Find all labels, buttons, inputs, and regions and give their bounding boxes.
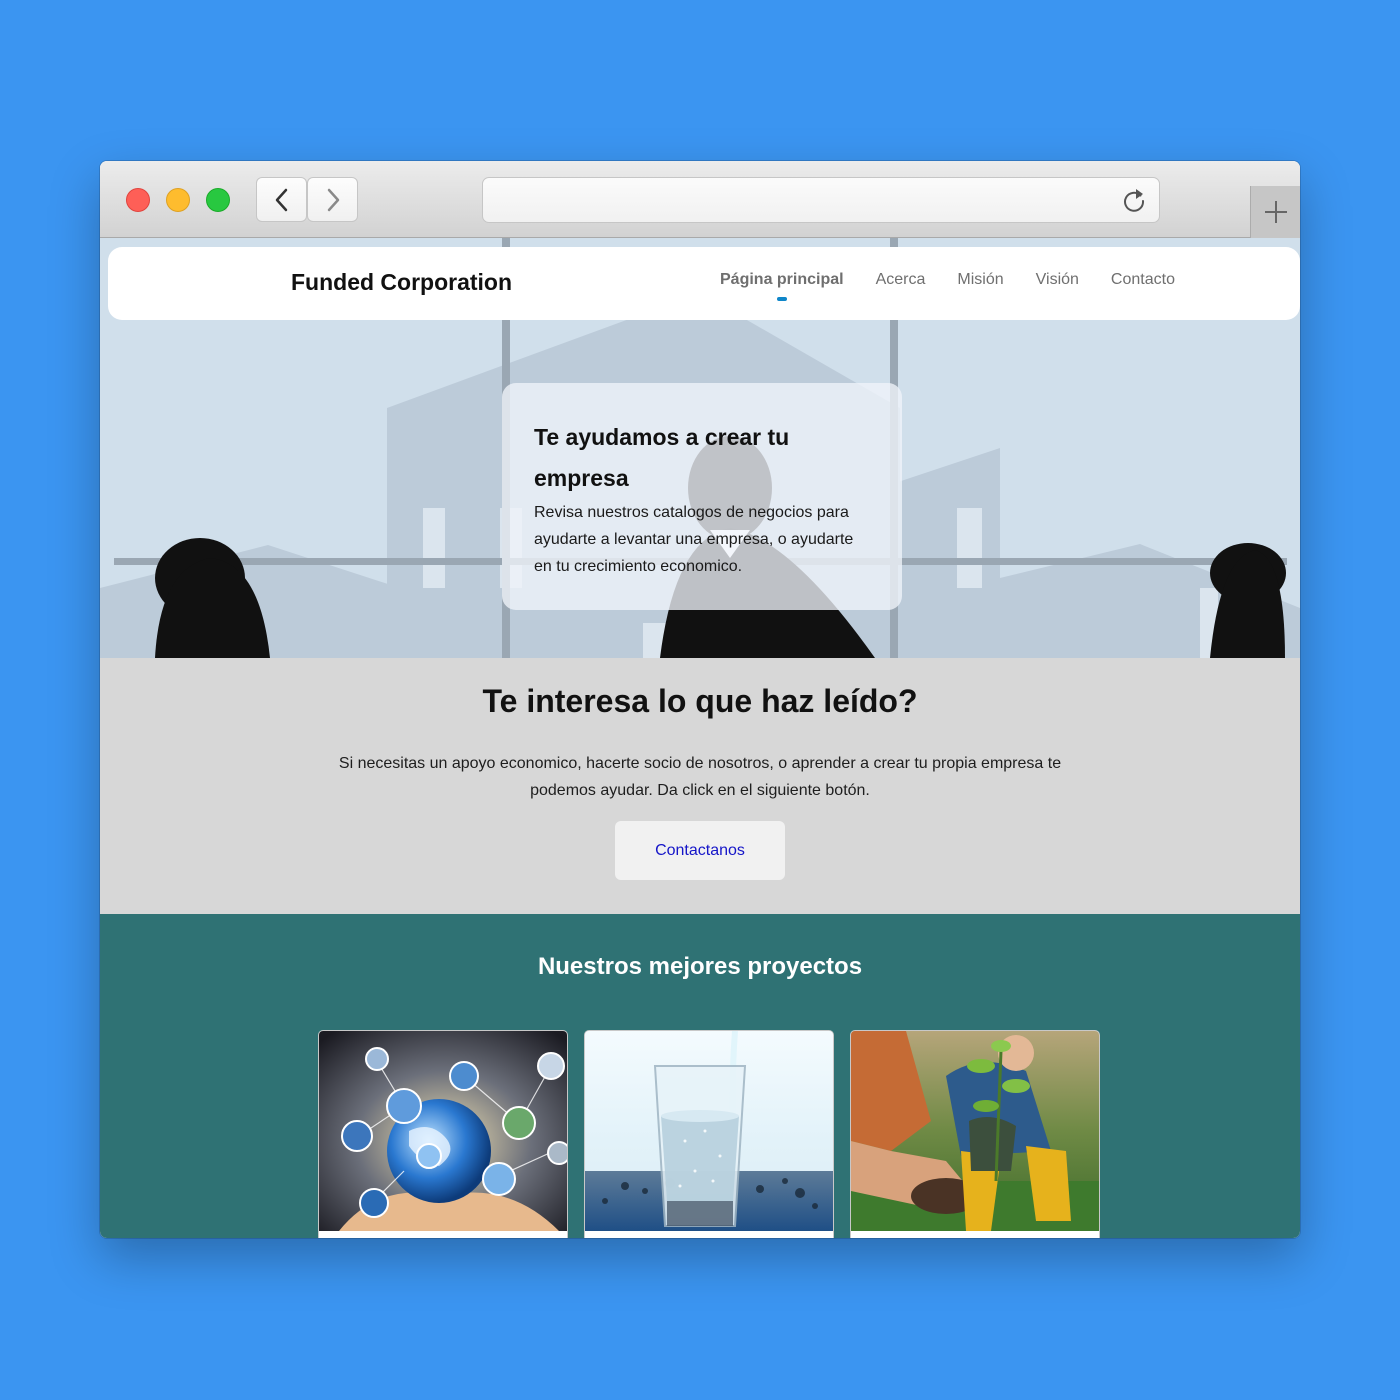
hero-title: Te ayudamos a crear tu empresa — [534, 424, 790, 491]
interest-text: Si necesitas un apoyo economico, hacerte… — [338, 755, 1062, 799]
maximize-window-button[interactable] — [206, 188, 230, 212]
seedling-planting-image — [851, 1031, 1099, 1231]
contact-button[interactable]: Contactanos — [615, 821, 785, 880]
project-card-2[interactable] — [584, 1030, 834, 1238]
nav-link-about[interactable]: Acerca — [876, 271, 926, 289]
nav-link-home[interactable]: Página principal — [720, 271, 844, 301]
new-tab-button[interactable] — [1250, 186, 1300, 238]
nav-link-contact[interactable]: Contacto — [1111, 271, 1175, 289]
project-card-1[interactable] — [318, 1030, 568, 1238]
hero-text: Revisa nuestros catalogos de negocios pa… — [534, 504, 854, 575]
main-nav: Página principal Acerca Misión Visión Co… — [720, 271, 1207, 301]
interest-section: Te interesa lo que haz leído? Si necesit… — [100, 658, 1300, 914]
browser-toolbar — [100, 161, 1300, 238]
projects-section: Nuestros mejores proyectos — [100, 914, 1300, 1238]
water-glass-image — [585, 1031, 833, 1231]
nav-link-mission[interactable]: Misión — [957, 271, 1003, 289]
browser-window: Te ayudamos a crear tu empresa Revisa nu… — [100, 161, 1300, 1238]
project-cards — [318, 1030, 1108, 1238]
forward-icon — [327, 188, 339, 211]
page-viewport: Te ayudamos a crear tu empresa Revisa nu… — [100, 238, 1300, 1238]
back-button[interactable] — [256, 177, 307, 222]
globe-network-image — [319, 1031, 567, 1231]
interest-title: Te interesa lo que haz leído? — [482, 683, 918, 719]
minimize-window-button[interactable] — [166, 188, 190, 212]
plus-icon — [1264, 201, 1287, 223]
hero-card: Te ayudamos a crear tu empresa Revisa nu… — [502, 383, 902, 610]
back-icon — [275, 188, 287, 211]
projects-title: Nuestros mejores proyectos — [537, 953, 863, 980]
site-navbar: Funded Corporation Página principal Acer… — [108, 247, 1300, 320]
close-window-button[interactable] — [126, 188, 150, 212]
brand-logo-text[interactable]: Funded Corporation — [291, 269, 512, 296]
forward-button[interactable] — [307, 177, 358, 222]
nav-link-vision[interactable]: Visión — [1036, 271, 1079, 289]
reload-icon[interactable] — [1121, 188, 1147, 214]
address-bar[interactable] — [482, 177, 1160, 223]
project-card-3[interactable] — [850, 1030, 1100, 1238]
